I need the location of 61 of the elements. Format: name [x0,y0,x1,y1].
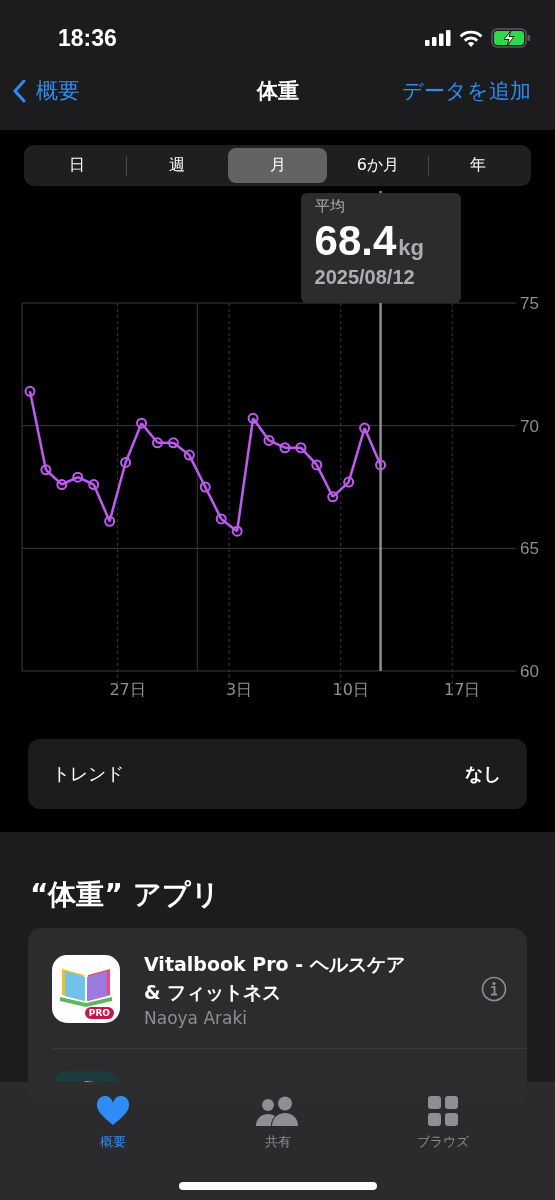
tooltip-unit: kg [398,235,424,261]
segment-tab[interactable]: 年 [428,148,529,183]
data-point [199,481,211,493]
section-title: “体重” アプリ [29,877,221,913]
wifi-icon [459,29,483,47]
data-point [104,515,116,527]
data-point [263,434,275,446]
tooltip-label: 平均 [314,197,346,216]
x-axis-label: 3日 [226,680,253,699]
x-axis-label: 17日 [444,680,481,699]
segment-tab[interactable]: 週 [127,148,227,183]
tab-bar-item[interactable]: ブラウズ [387,1092,498,1152]
battery-charging-icon [491,28,531,48]
data-point [311,459,323,471]
add-data-button[interactable]: データを追加 [402,77,531,105]
tooltip-date: 2025/08/12 [314,266,416,289]
data-point [183,449,195,461]
data-point [24,385,36,397]
page-title: 体重 [255,78,300,105]
data-point [72,471,84,483]
data-point [136,417,147,429]
data-point [88,479,100,491]
data-point [343,476,355,488]
back-button[interactable]: 概要 [12,76,80,106]
app-icon[interactable]: PRO [52,955,120,1023]
trend-label: トレンド [52,762,124,786]
x-axis-label: 10日 [332,680,369,699]
trend-value: なし [465,762,501,786]
app-name: Vitalbook Pro - ヘルスケア & フィットネス [144,952,406,1005]
grid-icon [426,1093,459,1129]
info-icon[interactable] [481,976,507,1002]
data-point [151,437,163,449]
status-time: 18:36 [58,24,117,52]
data-point [231,525,243,537]
y-axis-label: 75 [520,294,539,313]
data-point [40,464,52,476]
app-developer: Naoya Araki [144,1008,249,1028]
data-point [215,513,227,525]
data-point [279,442,291,454]
x-axis-label: 27日 [109,680,146,699]
tab-bar-item[interactable]: 共有 [222,1092,333,1152]
segment-tab[interactable]: 月 [227,148,328,183]
pro-badge: PRO [84,1007,114,1019]
data-point [167,437,179,449]
data-point [295,442,307,454]
signal-icon [425,30,451,46]
data-point [327,491,339,503]
tooltip-value: 68.4 [314,218,397,264]
data-point [375,459,387,471]
data-point [359,422,371,434]
trend-row[interactable]: トレンド なし [28,739,527,809]
data-point [120,456,132,468]
tab-bar-item[interactable]: 概要 [57,1092,168,1152]
y-axis-label: 65 [520,539,539,559]
data-point [56,479,68,491]
data-point [247,412,259,424]
y-axis-label: 70 [520,416,539,436]
back-chevron-icon [12,79,26,103]
y-axis-label: 60 [520,662,539,681]
segment-tab[interactable]: 日 [27,148,127,183]
segment-tab[interactable]: 6か月 [328,148,428,183]
